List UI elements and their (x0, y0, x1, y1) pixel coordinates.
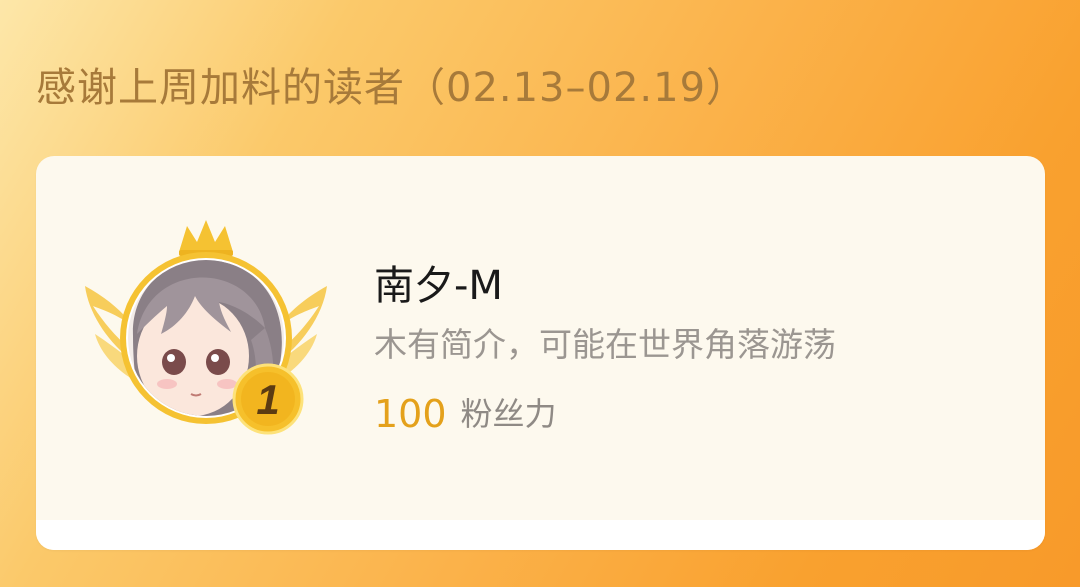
card-bottom-area (36, 520, 1045, 550)
avatar-with-badge[interactable]: 1 (81, 216, 331, 456)
fan-power-label: 粉丝力 (460, 395, 557, 433)
reader-bio: 木有简介，可能在世界角落游荡 (374, 325, 836, 364)
fan-power-value: 100 (374, 392, 447, 436)
reader-card[interactable]: 1 南夕-M 木有简介，可能在世界角落游荡 100 粉丝力 (36, 156, 1045, 550)
rank-badge: 1 (232, 363, 304, 435)
page: { "header": { "title": "感谢上周加料的读者（02.13–… (0, 0, 1080, 587)
crown-icon (179, 220, 233, 252)
avatar[interactable]: 1 (81, 216, 331, 456)
reader-name[interactable]: 南夕-M (374, 260, 503, 312)
rank-number: 1 (256, 376, 279, 423)
page-title: 感谢上周加料的读者（02.13–02.19） (36, 65, 748, 111)
fan-power-row: 100 粉丝力 (374, 388, 557, 440)
